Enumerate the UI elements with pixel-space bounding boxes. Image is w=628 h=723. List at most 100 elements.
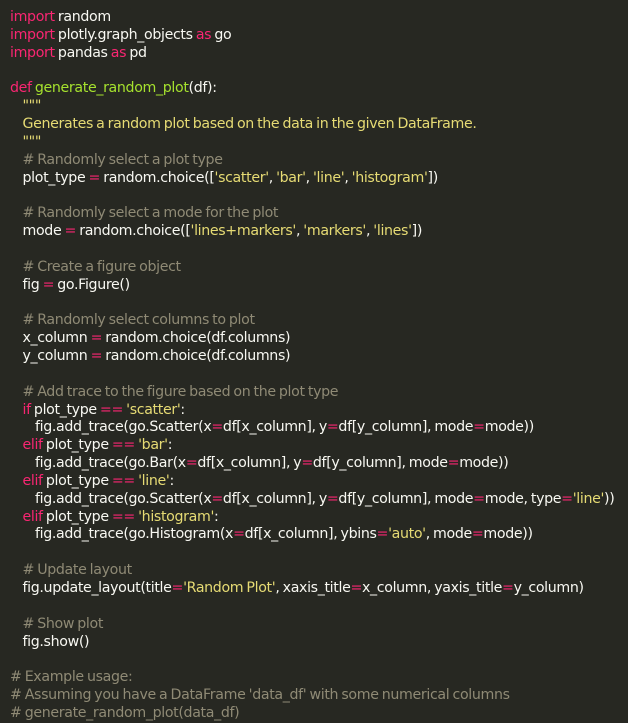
code-token: # Update layout: [22, 562, 133, 579]
code-token: y_column: [22, 348, 91, 365]
code-line[interactable]: # Create a figure object: [10, 259, 628, 277]
code-line[interactable]: # Randomly select columns to plot: [10, 312, 628, 330]
code-editor[interactable]: import random import plotly.graph_objects…: [0, 0, 628, 721]
code-line[interactable]: fig.add_trace(go.Histogram(x=df[x_column…: [10, 526, 628, 544]
code-token: =: [185, 455, 198, 472]
code-line[interactable]: if plot_type == 'scatter':: [10, 402, 628, 420]
code-line[interactable]: # Show plot: [10, 616, 628, 634]
code-line[interactable]: [10, 651, 628, 669]
code-token: fig.add_trace(go.Bar(x: [35, 455, 186, 472]
code-token: # Example usage:: [10, 669, 133, 686]
code-line[interactable]: elif plot_type == 'bar':: [10, 437, 628, 455]
code-line[interactable]: import plotly.graph_objects as go: [10, 27, 628, 45]
code-line[interactable]: elif plot_type == 'line':: [10, 473, 628, 491]
code-token: =: [376, 526, 389, 543]
code-token: 'markers': [303, 223, 366, 240]
code-line[interactable]: Generates a random plot based on the dat…: [10, 116, 628, 134]
code-token: 'scatter': [126, 401, 181, 418]
code-token: =: [447, 455, 460, 472]
code-token: =: [90, 330, 103, 347]
code-token: random.choice(df.columns): [102, 348, 291, 365]
code-line[interactable]: [10, 366, 628, 384]
code-line[interactable]: # Assuming you have a DataFrame 'data_df…: [10, 687, 628, 705]
code-line[interactable]: fig.add_trace(go.Scatter(x=df[x_column],…: [10, 491, 628, 509]
code-token: mode)): [483, 526, 533, 543]
code-line[interactable]: # Randomly select a mode for the plot: [10, 205, 628, 223]
code-token: """: [22, 133, 42, 150]
code-line[interactable]: [10, 295, 628, 313]
code-token: as: [195, 26, 212, 43]
code-token: 'bar': [276, 169, 306, 186]
code-token: plot_type: [42, 472, 112, 489]
code-line[interactable]: fig.add_trace(go.Scatter(x=df[x_column],…: [10, 419, 628, 437]
code-line[interactable]: import pandas as pd: [10, 45, 628, 63]
code-line[interactable]: [10, 241, 628, 259]
code-token: 'Random Plot': [183, 580, 276, 596]
code-line[interactable]: def generate_random_plot(df):: [10, 80, 628, 98]
code-token: fig.add_trace(go.Scatter(x: [35, 419, 212, 436]
code-token: =: [473, 419, 485, 436]
code-line[interactable]: [10, 544, 628, 562]
code-token: df[x_column], ybins: [244, 526, 377, 543]
code-token: mode)): [484, 419, 535, 436]
code-line[interactable]: y_column = random.choice(df.columns): [10, 348, 628, 366]
code-line[interactable]: # generate_random_plot(data_df): [10, 705, 628, 723]
code-token: pandas: [54, 44, 111, 61]
code-token: # Randomly select a plot type: [22, 151, 223, 168]
code-token: 'lines': [373, 223, 412, 240]
code-token: )): [604, 490, 615, 507]
code-token: random.choice([: [100, 169, 215, 186]
code-line[interactable]: plot_type = random.choice(['scatter', 'b…: [10, 170, 628, 188]
code-token: =: [561, 490, 573, 507]
code-token: y_column): [513, 580, 584, 596]
code-token: ,: [305, 169, 313, 186]
code-token: # Assuming you have a DataFrame 'data_df…: [10, 687, 510, 704]
code-line[interactable]: """: [10, 98, 628, 116]
code-line[interactable]: fig.show(): [10, 634, 628, 652]
code-token: random.choice(df.columns): [102, 330, 291, 347]
code-line[interactable]: # Add trace to the figure based on the p…: [10, 384, 628, 402]
code-token: ]): [427, 169, 439, 186]
code-token: =: [326, 490, 339, 507]
code-token: df[y_column], mode: [338, 419, 474, 436]
code-line[interactable]: mode = random.choice(['lines+markers', '…: [10, 223, 628, 241]
code-token: =: [471, 526, 484, 543]
code-token: =: [502, 580, 514, 596]
code-token: as: [110, 44, 127, 61]
code-token: =: [88, 169, 101, 186]
code-token: ==: [111, 437, 135, 454]
code-token: 'lines+markers': [190, 223, 297, 240]
code-token: plot_type: [42, 437, 112, 454]
code-line[interactable]: x_column = random.choice(df.columns): [10, 330, 628, 348]
code-line[interactable]: fig.add_trace(go.Bar(x=df[x_column], y=d…: [10, 455, 628, 473]
code-token: fig: [22, 276, 43, 293]
code-token: fig.update_layout(title: [22, 580, 172, 596]
code-line[interactable]: [10, 187, 628, 205]
code-token: df[x_column], y: [197, 455, 302, 472]
code-line[interactable]: import random: [10, 9, 628, 27]
code-line[interactable]: elif plot_type == 'histogram':: [10, 509, 628, 527]
code-token: =: [64, 223, 77, 240]
code-token: =: [211, 419, 223, 436]
code-line[interactable]: fig.update_layout(title='Random Plot', x…: [10, 580, 628, 598]
code-token: # Create a figure object: [22, 258, 182, 275]
code-line[interactable]: # Update layout: [10, 562, 628, 580]
code-line[interactable]: # Randomly select a plot type: [10, 152, 628, 170]
code-line[interactable]: """: [10, 134, 628, 152]
code-token: , xaxis_title: [275, 580, 351, 596]
code-token: 'line': [572, 490, 605, 507]
code-line[interactable]: # Example usage:: [10, 669, 628, 687]
code-line[interactable]: [10, 63, 628, 81]
code-token: =: [90, 348, 103, 365]
code-token: , mode: [425, 526, 473, 543]
code-token: x_column, yaxis_title: [362, 580, 503, 596]
code-token: =: [42, 276, 55, 293]
code-token: plot_type: [30, 401, 100, 418]
code-token: (df):: [188, 80, 217, 97]
code-line[interactable]: [10, 598, 628, 616]
code-line[interactable]: fig = go.Figure(): [10, 277, 628, 295]
code-token: x_column: [22, 330, 91, 347]
code-token: random.choice([: [76, 223, 191, 240]
code-token: fig.show(): [22, 633, 90, 650]
code-token: =: [171, 580, 184, 596]
